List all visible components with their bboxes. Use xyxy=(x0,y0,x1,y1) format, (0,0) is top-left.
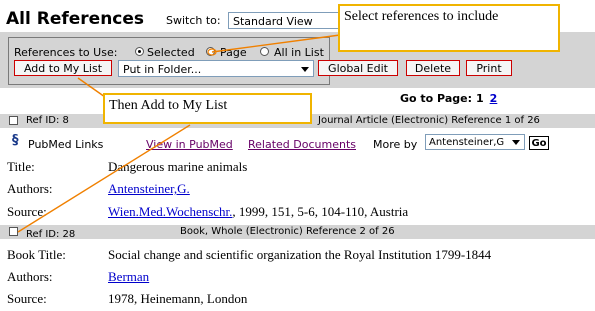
switch-to-label: Switch to: xyxy=(166,14,221,27)
pubmed-links-label: PubMed Links xyxy=(28,138,104,151)
delete-button[interactable]: Delete xyxy=(406,60,460,76)
references-to-use-label: References to Use: xyxy=(14,46,118,59)
book-title-label: Book Title: xyxy=(7,247,66,262)
page-link-2[interactable]: 2 xyxy=(490,92,498,105)
print-button[interactable]: Print xyxy=(466,60,512,76)
author-link[interactable]: Antensteiner,G. xyxy=(108,181,190,197)
source-value: Wien.Med.Wochenschr., 1999, 151, 5-6, 10… xyxy=(108,204,408,220)
pagination: Go to Page: 1 2 xyxy=(400,92,497,105)
radio-all-label: All in List xyxy=(274,46,324,59)
ref-type-info-1: Journal Article (Electronic) Reference 1… xyxy=(318,115,540,126)
put-in-folder-select[interactable]: Put in Folder... xyxy=(118,60,314,77)
radio-page[interactable] xyxy=(206,47,215,56)
reference-checkbox-2[interactable] xyxy=(9,227,18,236)
ref-id-2: Ref ID: 28 xyxy=(26,229,76,240)
reference-checkbox-1[interactable] xyxy=(9,116,18,125)
folder-select-value: Put in Folder... xyxy=(123,63,202,76)
radio-selected[interactable] xyxy=(135,47,144,56)
chevron-down-icon xyxy=(301,67,309,72)
ref-id-1: Ref ID: 8 xyxy=(26,115,69,126)
callout-add: Then Add to My List xyxy=(103,93,312,124)
radio-all[interactable] xyxy=(260,47,269,56)
goto-label: Go to Page: xyxy=(400,92,472,105)
current-page: 1 xyxy=(475,92,484,105)
related-documents-link[interactable]: Related Documents xyxy=(248,138,356,151)
journal-link[interactable]: Wien.Med.Wochenschr. xyxy=(108,204,232,219)
radio-selected-label: Selected xyxy=(147,46,195,59)
ref-type-info-2: Book, Whole (Electronic) Reference 2 of … xyxy=(180,226,395,237)
global-edit-button[interactable]: Global Edit xyxy=(318,60,398,76)
chevron-down-icon xyxy=(512,140,520,145)
radio-page-label: Page xyxy=(220,46,247,59)
title-label: Title: xyxy=(7,159,35,174)
view-select-value: Standard View xyxy=(233,15,313,28)
more-by-label: More by xyxy=(373,138,418,151)
view-in-pubmed-link[interactable]: View in PubMed xyxy=(146,138,233,151)
author-link-2[interactable]: Berman xyxy=(108,269,149,285)
authors-label: Authors: xyxy=(7,181,53,196)
source-details: , 1999, 151, 5-6, 104-110, Austria xyxy=(232,204,409,219)
source-label: Source: xyxy=(7,204,47,219)
more-by-select[interactable]: Antensteiner,G xyxy=(425,134,525,150)
add-to-my-list-button[interactable]: Add to My List xyxy=(14,60,112,76)
book-title-value: Social change and scientific organizatio… xyxy=(108,247,492,262)
go-button[interactable]: Go xyxy=(529,136,549,150)
title-value: Dangerous marine animals xyxy=(108,159,248,174)
authors-label-2: Authors: xyxy=(7,269,53,284)
page-title: All References xyxy=(6,9,145,29)
callout-select: Select references to include xyxy=(338,4,560,52)
more-by-value: Antensteiner,G xyxy=(429,137,505,148)
source-label-2: Source: xyxy=(7,291,47,306)
pubmed-icon: § xyxy=(12,133,19,148)
source-value-2: 1978, Heinemann, London xyxy=(108,291,248,306)
view-select[interactable]: Standard View xyxy=(228,12,346,29)
